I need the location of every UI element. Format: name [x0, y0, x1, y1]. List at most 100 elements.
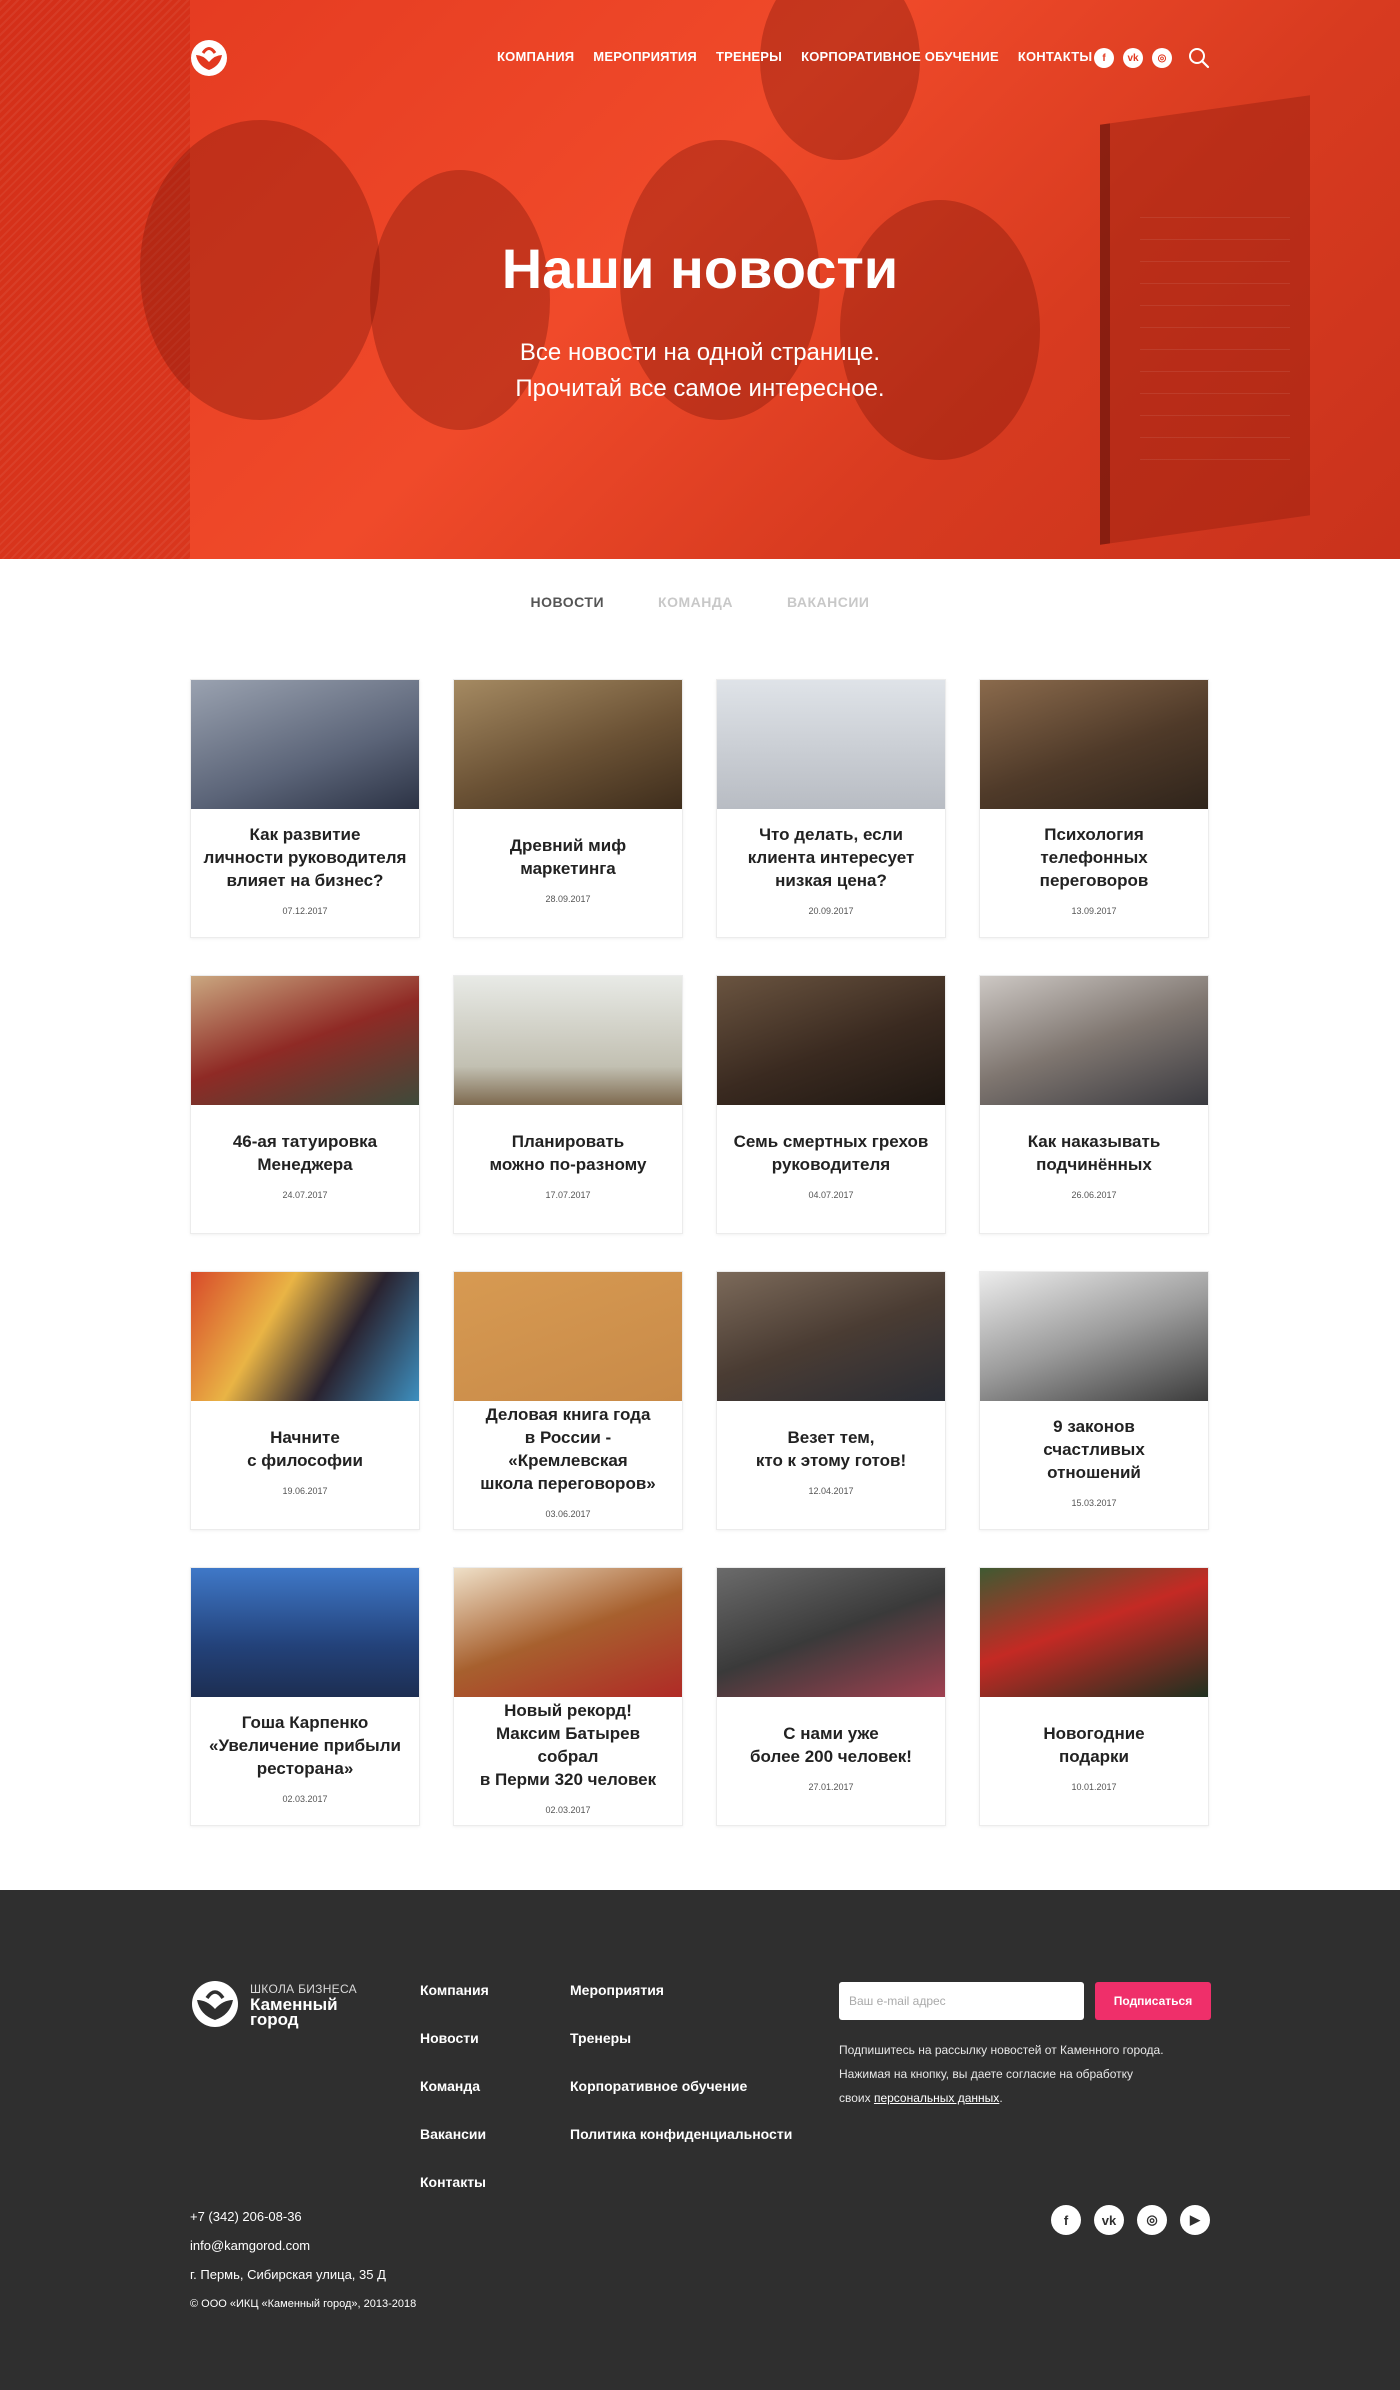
footer-link-company[interactable]: Компания — [420, 1982, 489, 1998]
news-card[interactable]: Что делать, если клиента интересует низк… — [716, 679, 946, 938]
news-grid: Как развитие личности руководителя влияе… — [190, 679, 1210, 1826]
news-card[interactable]: Психология телефонных переговоров 13.09.2… — [979, 679, 1209, 938]
menu-item-events[interactable]: Мероприятия — [593, 49, 697, 64]
facebook-icon[interactable]: f — [1094, 48, 1114, 68]
news-image — [454, 1568, 682, 1697]
news-title: С нами уже более 200 человек! — [750, 1724, 912, 1766]
tab-news[interactable]: Новости — [531, 594, 605, 610]
youtube-icon[interactable]: ▶ — [1180, 2205, 1210, 2235]
top-navigation: Компания Мероприятия Тренеры Корпоративн… — [0, 0, 1400, 118]
news-image — [191, 1568, 419, 1697]
news-image — [717, 976, 945, 1105]
news-title: Что делать, если клиента интересует низк… — [747, 824, 915, 890]
news-date: 17.07.2017 — [545, 1190, 591, 1200]
news-image — [980, 1568, 1208, 1697]
news-date: 20.09.2017 — [808, 905, 854, 916]
news-title: Семь смертных грехов руководителя — [733, 1132, 929, 1174]
news-title: Новогодние подарки — [1043, 1724, 1145, 1766]
news-date: 24.07.2017 — [282, 1190, 328, 1200]
menu-item-corporate-training[interactable]: Корпоративное обучение — [801, 49, 999, 64]
news-card[interactable]: Гоша Карпенко «Увеличение прибыли рестор… — [190, 1567, 420, 1826]
news-card[interactable]: Везет тем, кто к этому готов! 12.04.2017 — [716, 1271, 946, 1530]
vk-icon[interactable]: vk — [1094, 2205, 1124, 2235]
subscribe-button[interactable]: Подписаться — [1095, 1982, 1211, 2020]
news-card[interactable]: Новогодние подарки 10.01.2017 — [979, 1567, 1209, 1826]
news-title: Планировать можно по-разному — [489, 1132, 647, 1174]
news-title: 9 законов счастливых отношений — [1043, 1416, 1145, 1482]
news-card[interactable]: Деловая книга года в России - «Кремлевск… — [453, 1271, 683, 1530]
instagram-icon[interactable]: ◎ — [1137, 2205, 1167, 2235]
facebook-icon[interactable]: f — [1051, 2205, 1081, 2235]
menu-item-trainers[interactable]: Тренеры — [716, 49, 782, 64]
news-image — [717, 1568, 945, 1697]
footer-link-corporate-training[interactable]: Корпоративное обучение — [570, 2078, 792, 2094]
tab-team[interactable]: Команда — [658, 594, 733, 610]
news-image — [454, 1272, 682, 1401]
news-image — [191, 976, 419, 1105]
main-menu: Компания Мероприятия Тренеры Корпоративн… — [497, 49, 1092, 64]
news-date: 27.01.2017 — [808, 1782, 854, 1792]
news-card[interactable]: С нами уже более 200 человек! 27.01.2017 — [716, 1567, 946, 1826]
news-image — [717, 680, 945, 809]
logo-icon[interactable] — [190, 40, 228, 76]
hero-subtitle-line: Прочитай все самое интересное. — [515, 375, 885, 402]
news-image — [980, 976, 1208, 1105]
news-image — [980, 1272, 1208, 1401]
footer-logo-name: город — [250, 2009, 299, 2029]
subscribe-note-line: своих персональных данных. — [839, 2086, 1211, 2110]
page-title: Наши новости — [501, 237, 899, 300]
tab-vacancies[interactable]: Вакансии — [787, 594, 870, 610]
search-icon[interactable] — [1188, 47, 1210, 69]
news-date: 12.04.2017 — [808, 1486, 854, 1496]
personal-data-link[interactable]: персональных данных — [874, 2091, 999, 2105]
email-address[interactable]: info@kamgorod.com — [190, 2231, 386, 2260]
footer-link-contacts[interactable]: Контакты — [420, 2174, 489, 2190]
news-date: 07.12.2017 — [282, 905, 328, 916]
hero-subtitle: Все новости на одной странице. Прочитай … — [0, 335, 1400, 407]
vk-icon[interactable]: vk — [1123, 48, 1143, 68]
menu-item-company[interactable]: Компания — [497, 49, 574, 64]
footer-logo[interactable]: Школа бизнеса Каменный город — [190, 1980, 357, 2028]
note-suffix: . — [999, 2091, 1003, 2105]
news-date: 15.03.2017 — [1071, 1497, 1117, 1508]
news-card[interactable]: 9 законов счастливых отношений 15.03.2017 — [979, 1271, 1209, 1530]
footer-link-news[interactable]: Новости — [420, 2030, 489, 2046]
hero-banner: Компания Мероприятия Тренеры Корпоративн… — [0, 0, 1400, 559]
news-card[interactable]: Как развитие личности руководителя влияе… — [190, 679, 420, 938]
copyright: © ООО «ИКЦ «Каменный город», 2013-2018 — [190, 2298, 417, 2310]
news-card[interactable]: Планировать можно по-разному 17.07.2017 — [453, 975, 683, 1234]
news-card[interactable]: Семь смертных грехов руководителя 04.07.2… — [716, 975, 946, 1234]
news-title: Как наказывать подчинённых — [1027, 1132, 1161, 1174]
news-image — [454, 680, 682, 809]
news-image — [717, 1272, 945, 1401]
footer-link-vacancies[interactable]: Вакансии — [420, 2126, 489, 2142]
news-card[interactable]: Новый рекорд! Максим Батырев собрал в Пе… — [453, 1567, 683, 1826]
news-date: 10.01.2017 — [1071, 1782, 1117, 1792]
footer-link-trainers[interactable]: Тренеры — [570, 2030, 792, 2046]
footer-link-team[interactable]: Команда — [420, 2078, 489, 2094]
menu-item-contacts[interactable]: Контакты — [1018, 49, 1092, 64]
logo-icon — [192, 1981, 238, 2027]
email-field[interactable] — [839, 1982, 1084, 2020]
news-title: Гоша Карпенко «Увеличение прибыли рестор… — [209, 1712, 401, 1778]
news-title: Деловая книга года в России - «Кремлевск… — [480, 1405, 656, 1493]
footer-socials: f vk ◎ ▶ — [1051, 2205, 1210, 2235]
footer-links-col1: Компания Новости Команда Вакансии Контак… — [420, 1982, 489, 2190]
news-title: Психология телефонных переговоров — [1039, 824, 1149, 890]
news-date: 19.06.2017 — [282, 1486, 328, 1496]
footer-link-events[interactable]: Мероприятия — [570, 1982, 792, 1998]
news-date: 26.06.2017 — [1071, 1190, 1117, 1200]
news-image — [191, 1272, 419, 1401]
news-card[interactable]: Как наказывать подчинённых 26.06.2017 — [979, 975, 1209, 1234]
news-title: Древний миф маркетинга — [509, 836, 627, 878]
footer-contacts: +7 (342) 206-08-36 info@kamgorod.com г. … — [190, 2202, 386, 2289]
news-card[interactable]: 46-ая татуировка Менеджера 24.07.2017 — [190, 975, 420, 1234]
instagram-icon[interactable]: ◎ — [1152, 48, 1172, 68]
news-card[interactable]: Древний миф маркетинга 28.09.2017 — [453, 679, 683, 938]
phone-number[interactable]: +7 (342) 206-08-36 — [190, 2202, 386, 2231]
footer-link-privacy-policy[interactable]: Политика конфиденциальности — [570, 2126, 792, 2142]
news-date: 13.09.2017 — [1071, 905, 1117, 916]
news-card[interactable]: Начните с философии 19.06.2017 — [190, 1271, 420, 1530]
note-prefix: своих — [839, 2091, 874, 2105]
news-date: 02.03.2017 — [282, 1793, 328, 1804]
